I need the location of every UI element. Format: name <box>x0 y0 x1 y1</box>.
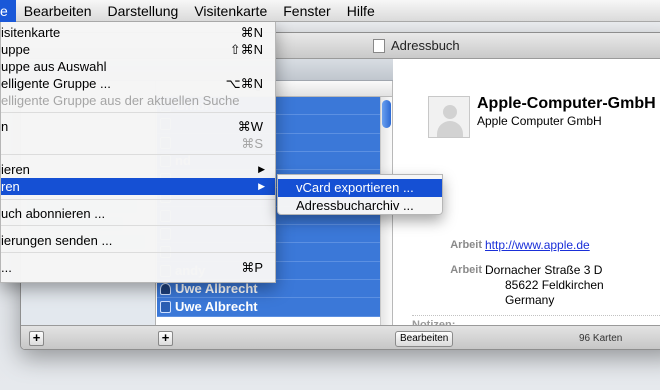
new-smart-group-item[interactable]: elligente Gruppe ... ⌥⌘N <box>1 75 275 92</box>
contact-avatar[interactable] <box>428 96 470 138</box>
person-icon <box>160 282 171 295</box>
menu-item-shortcut: ⇧⌘N <box>229 42 263 57</box>
menu-bar: e Bearbeiten Darstellung Visitenkarte Fe… <box>0 0 660 22</box>
menu-item-label: uppe aus Auswahl <box>1 59 107 74</box>
notes-divider <box>412 315 660 316</box>
card-icon <box>160 301 171 314</box>
menu-separator <box>1 199 275 200</box>
url-label: Arbeit <box>450 239 482 251</box>
window-title: Adressbuch <box>373 38 460 53</box>
list-item-label: Uwe Albrecht <box>175 299 258 315</box>
card-count: 96 Karten <box>579 333 623 344</box>
menu-separator <box>1 225 275 226</box>
menu-separator <box>1 112 275 113</box>
submenu-arrow-icon: ▶ <box>258 164 265 174</box>
menu-item-label: ieren <box>1 162 30 177</box>
contact-name: Apple-Computer-GmbH - <box>477 95 660 112</box>
new-group-item[interactable]: uppe ⇧⌘N <box>1 41 275 58</box>
menu-item-label: isitenkarte <box>1 25 61 40</box>
menu-item-shortcut: ⌥⌘N <box>225 76 263 91</box>
save-item: ⌘S <box>1 135 275 152</box>
subscribe-item[interactable]: uch abonnieren ... <box>1 205 275 222</box>
document-icon <box>373 38 385 53</box>
export-archive-item[interactable]: Adressbucharchiv ... <box>278 197 442 215</box>
scroll-thumb[interactable] <box>382 100 391 128</box>
address-line-1: Dornacher Straße 3 D <box>485 263 603 277</box>
export-vcard-item[interactable]: vCard exportieren ... <box>278 179 442 197</box>
menu-item-label: ... <box>1 260 12 275</box>
menu-separator <box>1 252 275 253</box>
menu-item-label: ren <box>1 179 20 194</box>
address-label: Arbeit <box>450 264 482 276</box>
menu-item-shortcut: ⌘W <box>237 119 263 134</box>
menu-item-shortcut: ⌘S <box>241 136 263 151</box>
address-line-3: Germany <box>505 293 555 307</box>
print-item[interactable]: ... ⌘P <box>1 259 275 276</box>
address-line-2: 85622 Feldkirchen <box>505 278 604 292</box>
list-item-label: Uwe Albrecht <box>175 280 258 296</box>
menu-card[interactable]: Visitenkarte <box>186 0 275 22</box>
menu-item-label: uppe <box>1 42 30 57</box>
bottom-bar: + + Bearbeiten 96 Karten <box>21 325 660 349</box>
menu-file-partial[interactable]: e <box>0 0 16 22</box>
export-item[interactable]: ren ▶ <box>1 178 275 195</box>
menu-item-shortcut: ⌘P <box>241 260 263 275</box>
import-item[interactable]: ieren ▶ <box>1 161 275 178</box>
menu-item-label: elligente Gruppe ... <box>1 76 111 91</box>
add-card-button[interactable]: + <box>158 331 173 346</box>
add-group-button[interactable]: + <box>29 331 44 346</box>
file-menu-dropdown: isitenkarte ⌘N uppe ⇧⌘N uppe aus Auswahl elli… <box>0 22 276 283</box>
close-item[interactable]: n ⌘W <box>1 118 275 135</box>
menu-help[interactable]: Hilfe <box>339 0 383 22</box>
menu-item-label: ierungen senden ... <box>1 233 113 248</box>
person-silhouette-icon <box>443 105 457 119</box>
list-item[interactable]: Uwe Albrecht <box>157 298 381 317</box>
contact-company: Apple Computer GmbH <box>477 114 602 128</box>
menu-separator <box>1 154 275 155</box>
send-updates-item[interactable]: ierungen senden ... <box>1 232 275 249</box>
menu-window[interactable]: Fenster <box>275 0 338 22</box>
menu-item-label: uch abonnieren ... <box>1 206 106 221</box>
menu-item-label: n <box>1 119 9 134</box>
contact-url-link[interactable]: http://www.apple.de <box>485 238 590 253</box>
export-submenu: vCard exportieren ... Adressbucharchiv .… <box>277 174 443 215</box>
menu-item-shortcut: ⌘N <box>240 25 263 40</box>
new-card-item[interactable]: isitenkarte ⌘N <box>1 24 275 41</box>
edit-button[interactable]: Bearbeiten <box>395 331 454 347</box>
menu-edit[interactable]: Bearbeiten <box>16 0 100 22</box>
menu-view[interactable]: Darstellung <box>100 0 187 22</box>
window-title-text: Adressbuch <box>391 38 460 53</box>
smart-group-from-search-item: elligente Gruppe aus der aktuellen Suche <box>1 92 275 109</box>
new-group-from-selection-item[interactable]: uppe aus Auswahl <box>1 58 275 75</box>
submenu-arrow-icon: ▶ <box>258 181 265 191</box>
menu-item-label: elligente Gruppe aus der aktuellen Suche <box>1 93 240 108</box>
